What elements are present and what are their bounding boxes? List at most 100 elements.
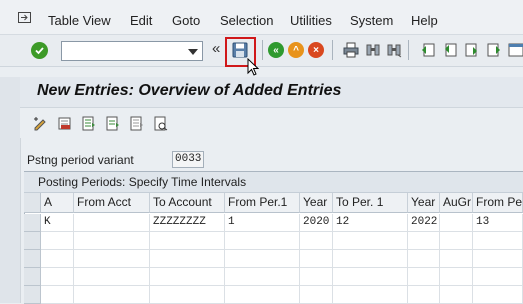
column-header-col-a[interactable]: A — [41, 193, 74, 213]
toolbar-separator — [408, 40, 409, 60]
table-cell-col-to-account[interactable] — [150, 268, 225, 286]
table-cell-col-a[interactable]: K — [41, 214, 74, 232]
column-header-col-from-period[interactable]: From Per.1 — [225, 193, 300, 213]
table-cell-col-from-year[interactable]: 2020 — [300, 214, 333, 232]
menu-system[interactable]: System — [350, 13, 393, 29]
table-cell-col-a[interactable] — [41, 232, 74, 250]
table-cell-col-to-account[interactable]: ZZZZZZZZ — [150, 214, 225, 232]
column-header-col-from-acct[interactable]: From Acct — [74, 193, 150, 213]
menu-utilities[interactable]: Utilities — [290, 13, 332, 29]
title-bar: New Entries: Overview of Added Entries — [20, 77, 523, 108]
table-cell-col-from-period[interactable] — [225, 286, 300, 304]
save-icon[interactable] — [232, 42, 248, 58]
menu-bar: Table View Edit Goto Selection Utilities… — [0, 0, 523, 35]
table-cell-col-to-year[interactable] — [408, 268, 440, 286]
table-cell-col-from-acct[interactable] — [74, 214, 150, 232]
posting-period-variant-label: Pstng period variant — [27, 153, 134, 167]
table-cell-col-auth-group[interactable] — [440, 214, 473, 232]
table-caption-bar: Posting Periods: Specify Time Intervals — [24, 172, 523, 193]
posting-period-variant-field[interactable]: 0033 — [172, 151, 204, 168]
table-cell-col-auth-group[interactable] — [440, 250, 473, 268]
table-cell-col-to-year[interactable]: 2022 — [408, 214, 440, 232]
menu-edit[interactable]: Edit — [130, 13, 152, 29]
table-cell-col-auth-group[interactable] — [440, 232, 473, 250]
table-cell-col-from-period-2[interactable] — [473, 232, 523, 250]
table-cell-col-auth-group[interactable] — [440, 268, 473, 286]
collapse-toolbar-button[interactable]: « — [212, 41, 220, 57]
deselect-all-icon[interactable] — [129, 116, 144, 131]
menu-selection[interactable]: Selection — [220, 13, 273, 29]
column-header-col-to-period[interactable]: To Per. 1 — [333, 193, 408, 213]
table-cell-col-a[interactable] — [41, 286, 74, 304]
layout-icon[interactable] — [508, 42, 523, 58]
table-cell-col-to-account[interactable] — [150, 250, 225, 268]
table-cell-col-to-year[interactable] — [408, 286, 440, 304]
table-cell-col-from-period[interactable] — [225, 232, 300, 250]
find-icon[interactable] — [365, 42, 381, 58]
find-next-icon[interactable] — [386, 42, 402, 58]
table-cell-col-from-period-2[interactable] — [473, 250, 523, 268]
column-header-col-from-period-2[interactable]: From Pe — [473, 193, 523, 213]
select-block-icon[interactable] — [105, 116, 120, 131]
table-cell-col-from-year[interactable] — [300, 250, 333, 268]
table-cell-col-to-account[interactable] — [150, 286, 225, 304]
exit-icon[interactable]: ^ — [288, 42, 304, 58]
mouse-cursor-icon — [247, 58, 260, 76]
last-page-icon[interactable] — [486, 42, 502, 58]
row-selector[interactable] — [24, 268, 41, 286]
menu-goto[interactable]: Goto — [172, 13, 200, 29]
change-display-icon[interactable] — [33, 116, 48, 131]
table-cell-col-to-period[interactable] — [333, 268, 408, 286]
table-cell-col-from-year[interactable] — [300, 232, 333, 250]
table-cell-col-a[interactable] — [41, 268, 74, 286]
table-cell-col-from-period[interactable] — [225, 250, 300, 268]
row-selector[interactable] — [24, 232, 41, 250]
previous-page-icon[interactable] — [442, 42, 458, 58]
table-cell-col-from-period-2[interactable] — [473, 268, 523, 286]
table-cell-col-from-year[interactable] — [300, 286, 333, 304]
left-navigation-strip — [0, 77, 21, 303]
table-cell-col-from-acct[interactable] — [74, 232, 150, 250]
row-selector[interactable] — [24, 286, 41, 304]
column-header-col-to-account[interactable]: To Account — [150, 193, 225, 213]
column-header-col-from-year[interactable]: Year — [300, 193, 333, 213]
table-cell-col-from-period[interactable]: 1 — [225, 214, 300, 232]
cancel-icon[interactable]: × — [308, 42, 324, 58]
table-cell-col-a[interactable] — [41, 250, 74, 268]
table-cell-col-from-acct[interactable] — [74, 286, 150, 304]
row-selector[interactable] — [24, 250, 41, 268]
table-cell-col-to-period[interactable] — [333, 250, 408, 268]
row-selector[interactable] — [24, 214, 41, 232]
table-cell-col-to-account[interactable] — [150, 232, 225, 250]
column-header-col-to-year[interactable]: Year — [408, 193, 440, 213]
print-icon[interactable] — [343, 42, 359, 58]
table-cell-col-from-period-2[interactable]: 13 — [473, 214, 523, 232]
next-page-icon[interactable] — [464, 42, 480, 58]
column-header-col-auth-group[interactable]: AuGr — [440, 193, 473, 213]
command-field[interactable] — [61, 41, 203, 61]
page-title: New Entries: Overview of Added Entries — [37, 82, 342, 99]
table-cell-col-from-year[interactable] — [300, 268, 333, 286]
delete-icon[interactable] — [57, 116, 72, 131]
toolbar-separator — [332, 40, 333, 60]
details-icon[interactable] — [153, 116, 168, 131]
table-cell-col-from-acct[interactable] — [74, 250, 150, 268]
menu-exit-icon[interactable] — [18, 12, 31, 23]
chevron-down-icon[interactable] — [188, 49, 198, 55]
enter-icon[interactable] — [31, 42, 48, 59]
table-cell-col-to-year[interactable] — [408, 250, 440, 268]
table-cell-col-from-period[interactable] — [225, 268, 300, 286]
table-cell-col-from-acct[interactable] — [74, 268, 150, 286]
table-cell-col-to-period[interactable] — [333, 286, 408, 304]
table-cell-col-from-period-2[interactable] — [473, 286, 523, 304]
table-cell-col-to-year[interactable] — [408, 232, 440, 250]
select-all-rows-button[interactable] — [24, 193, 41, 213]
menu-help[interactable]: Help — [411, 13, 438, 29]
table-cell-col-to-period[interactable]: 12 — [333, 214, 408, 232]
select-all-icon[interactable] — [81, 116, 96, 131]
table-cell-col-auth-group[interactable] — [440, 286, 473, 304]
table-cell-col-to-period[interactable] — [333, 232, 408, 250]
first-page-icon[interactable] — [420, 42, 436, 58]
menu-table-view[interactable]: Table View — [48, 13, 111, 29]
back-icon[interactable]: « — [268, 42, 284, 58]
